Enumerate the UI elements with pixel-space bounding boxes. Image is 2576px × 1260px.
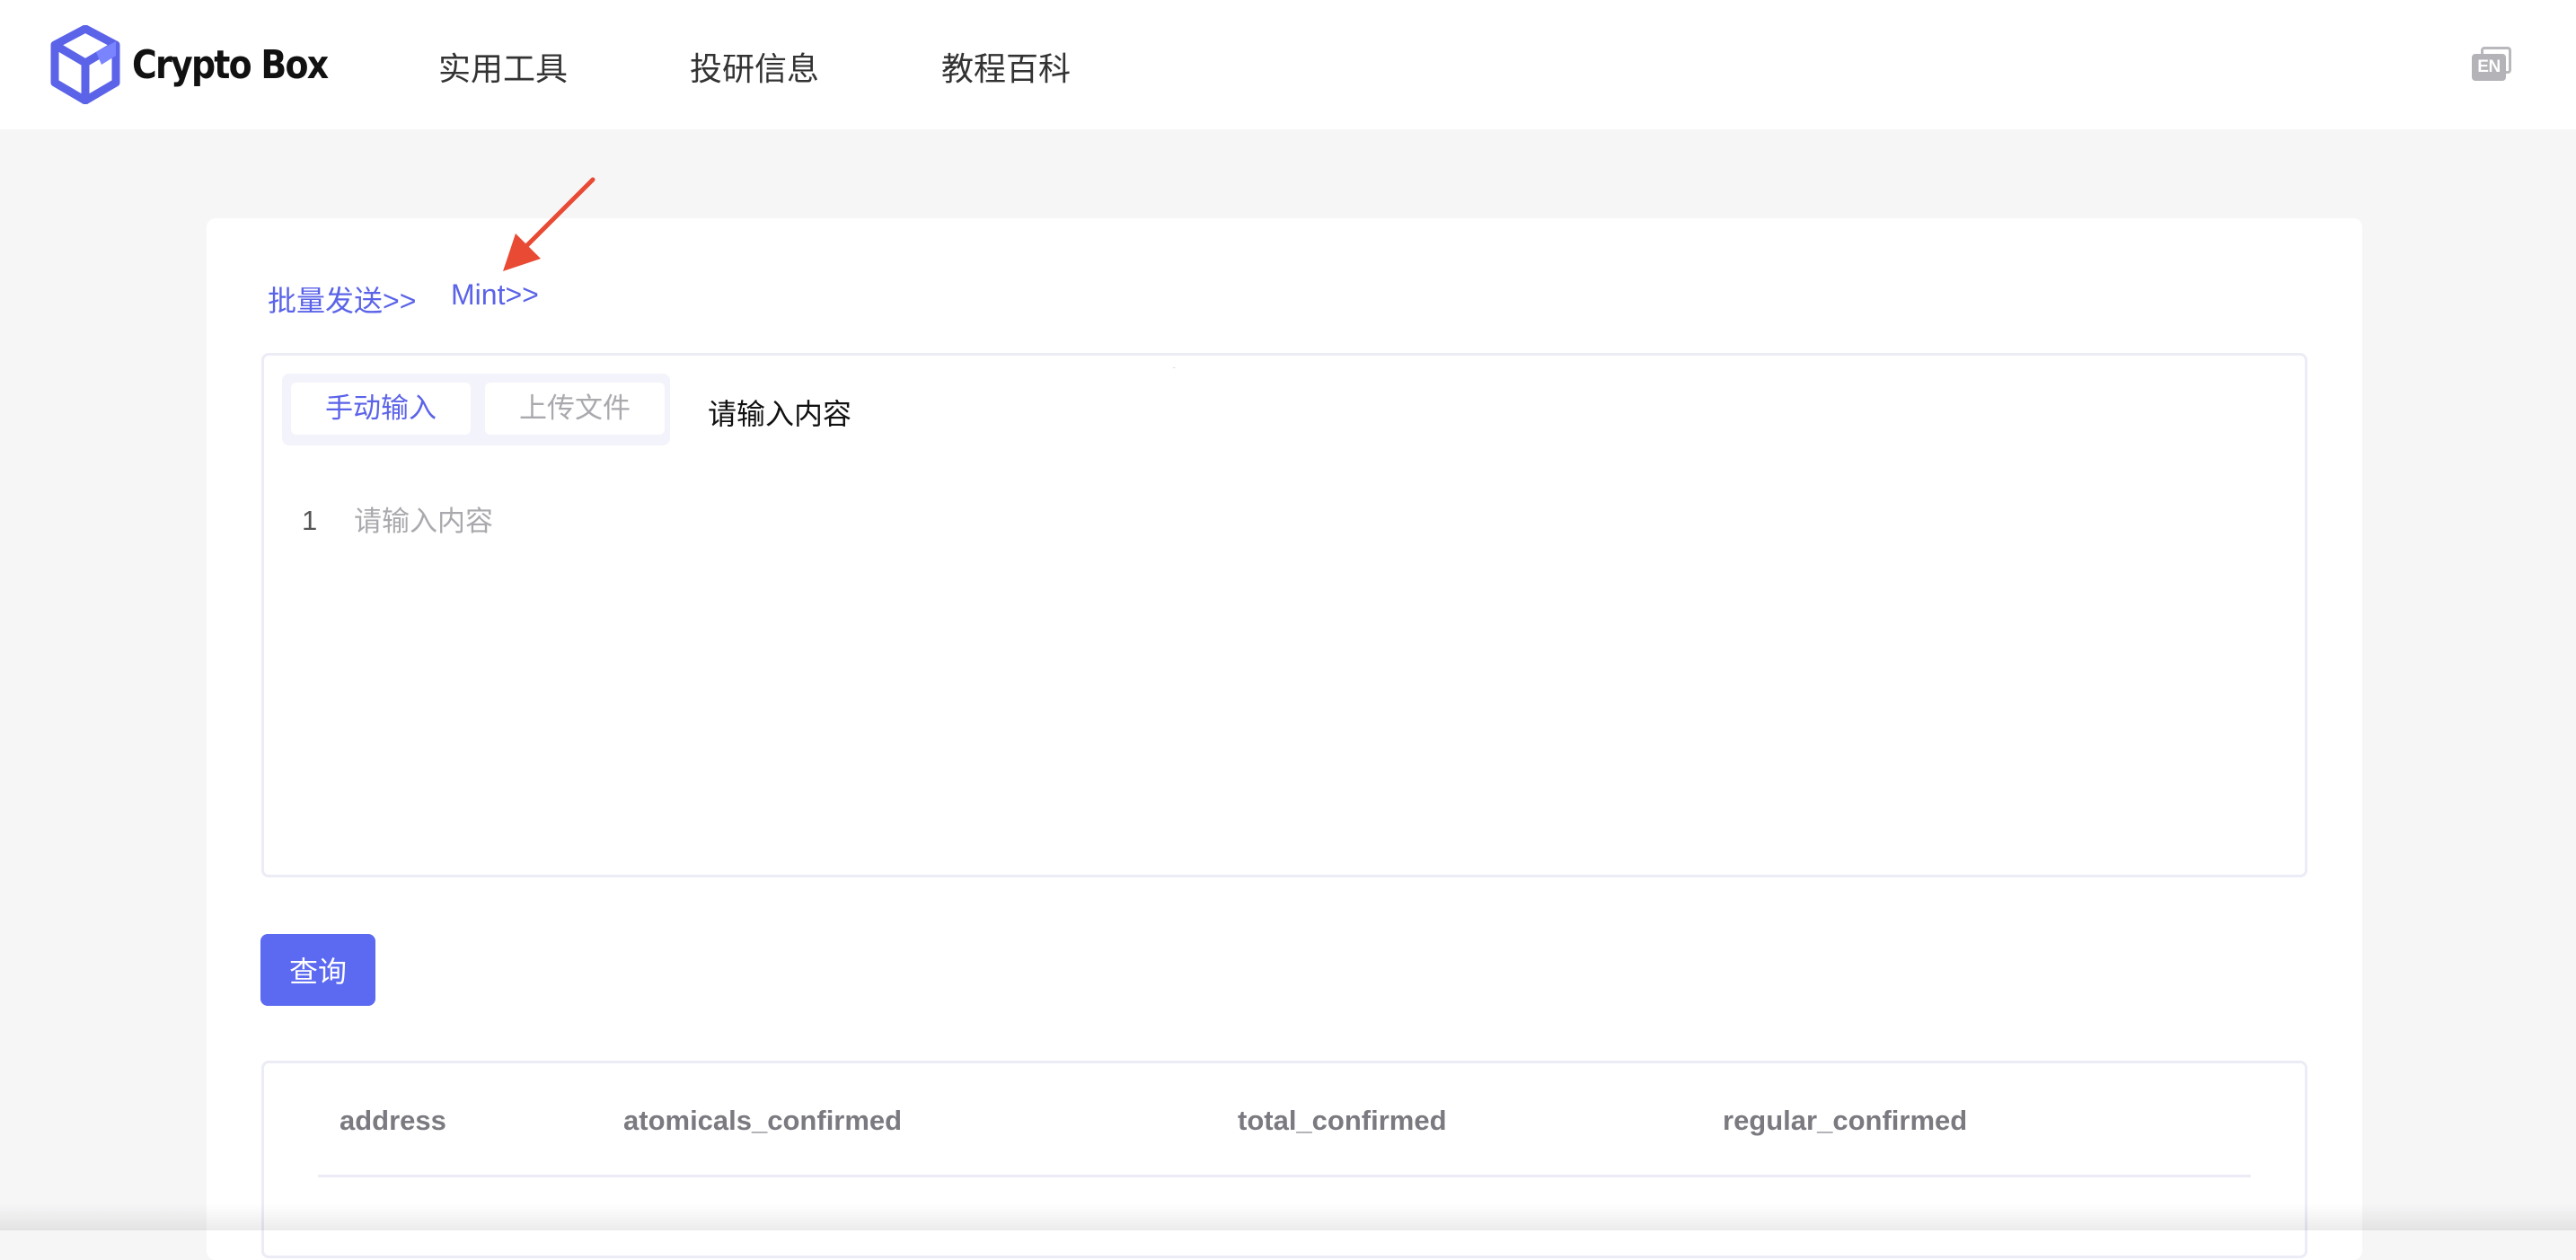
- logo[interactable]: Crypto Box: [49, 23, 359, 106]
- line-number: 1: [302, 505, 318, 536]
- batch-send-link[interactable]: 批量发送>>: [268, 278, 416, 320]
- language-toggle-icon[interactable]: EN: [2472, 47, 2515, 81]
- content-input[interactable]: [354, 496, 2276, 855]
- results-table: [261, 1061, 2307, 1258]
- input-mode-tabs: 手动输入 上传文件: [282, 374, 670, 445]
- column-header-address[interactable]: address: [340, 1105, 446, 1137]
- logo-text: Crypto Box: [132, 41, 329, 88]
- editor-hint: 请输入内容: [708, 398, 852, 430]
- top-header: Crypto Box 实用工具 投研信息 教程百科 EN: [0, 0, 2576, 129]
- column-header-regular-confirmed[interactable]: regular_confirmed: [1723, 1105, 1967, 1137]
- cube-logo-icon: [50, 25, 120, 104]
- tab-upload-file[interactable]: 上传文件: [485, 383, 665, 435]
- tab-manual-input[interactable]: 手动输入: [291, 383, 471, 435]
- red-arrow-icon: [503, 177, 595, 271]
- column-header-total-confirmed[interactable]: total_confirmed: [1238, 1105, 1447, 1137]
- query-button[interactable]: 查询: [260, 934, 375, 1006]
- language-toggle-label: EN: [2472, 54, 2506, 81]
- column-header-atomicals-confirmed[interactable]: atomicals_confirmed: [623, 1105, 902, 1137]
- nav-item-research[interactable]: 投研信息: [690, 43, 819, 90]
- nav-item-tools[interactable]: 实用工具: [438, 43, 568, 90]
- nav-item-tutorials[interactable]: 教程百科: [941, 43, 1071, 90]
- table-header-divider: [318, 1175, 2251, 1177]
- drag-handle-icon: ¨: [1173, 366, 1176, 374]
